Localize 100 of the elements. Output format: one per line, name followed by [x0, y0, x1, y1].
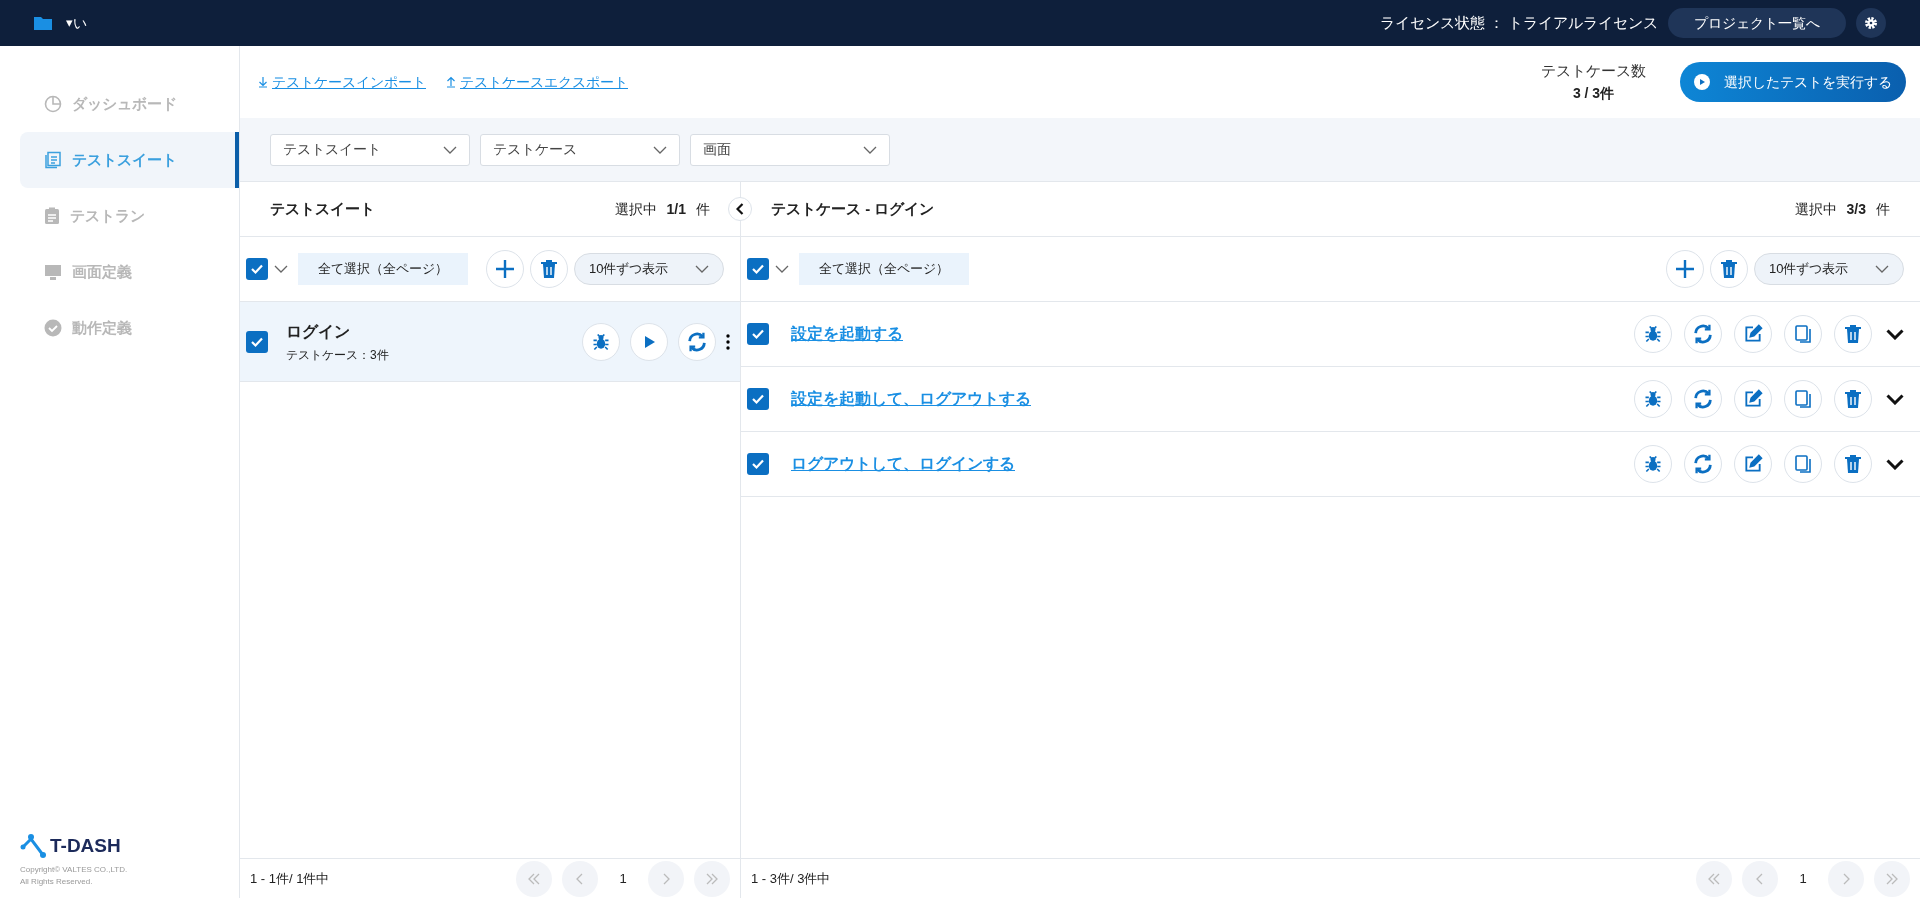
collapse-button[interactable]: [728, 197, 752, 221]
copy-icon: [1794, 454, 1812, 474]
delete-button[interactable]: [1834, 315, 1872, 353]
plus-icon: [494, 258, 516, 280]
sync-button[interactable]: [1684, 380, 1722, 418]
chevron-down-icon: [1886, 458, 1904, 470]
sync-button[interactable]: [1684, 445, 1722, 483]
delete-button[interactable]: [1710, 250, 1748, 288]
filter-dropdown[interactable]: 画面: [690, 133, 890, 166]
add-button[interactable]: [486, 250, 524, 288]
monitor-icon: [44, 263, 62, 281]
checkbox[interactable]: [246, 258, 268, 280]
checkbox[interactable]: [747, 323, 769, 345]
selected-label: 選択中: [1794, 199, 1837, 219]
suite-name: ログイン: [286, 321, 351, 342]
count-unit: 件: [1876, 199, 1890, 219]
copy-button[interactable]: [1784, 315, 1822, 353]
bug-icon: [1643, 454, 1663, 474]
edit-button[interactable]: [1734, 445, 1772, 483]
trash-icon: [1720, 259, 1738, 279]
delete-button[interactable]: [1834, 380, 1872, 418]
select-all-label[interactable]: 全て選択（全ページ）: [298, 253, 468, 285]
checkbox[interactable]: [747, 388, 769, 410]
copyright-text: All Rights Reserved.: [20, 876, 94, 888]
sync-button[interactable]: [1684, 315, 1722, 353]
selected-count: 1/1: [666, 199, 686, 219]
chevron-down-icon: [653, 145, 667, 154]
debug-button[interactable]: [582, 322, 620, 361]
checkbox[interactable]: [246, 330, 268, 353]
last-page-icon: [705, 871, 719, 886]
trash-icon: [1844, 454, 1862, 474]
logo-icon: [20, 832, 48, 859]
projects-button[interactable]: プロジェクト一覧へ: [1668, 8, 1846, 38]
filter-dropdown[interactable]: テストスイート: [270, 133, 470, 166]
last-page-icon: [1885, 871, 1899, 886]
page-size-dropdown[interactable]: 10件ずつ表示: [1754, 253, 1904, 285]
sync-icon: [1692, 323, 1714, 345]
chevron-down-icon: [863, 145, 877, 154]
checkbox[interactable]: [747, 258, 769, 280]
suite-subtitle: テストケース：3件: [286, 346, 389, 364]
selected-count: 3/3: [1846, 199, 1866, 219]
chevron-down-icon: [775, 265, 789, 273]
chevron-down-icon: [1886, 328, 1904, 340]
upload-icon: [446, 76, 456, 88]
edit-button[interactable]: [1734, 380, 1772, 418]
logo-text: T-DASH: [50, 833, 121, 858]
checkmark-icon: [250, 262, 264, 276]
copy-button[interactable]: [1784, 445, 1822, 483]
pencil-icon: [1743, 389, 1763, 409]
pencil-icon: [1743, 324, 1763, 344]
debug-button[interactable]: [1634, 445, 1672, 483]
count-unit: 件: [696, 199, 710, 219]
run-selected-button[interactable]: 選択したテストを実行する: [1680, 62, 1906, 102]
delete-button[interactable]: [1834, 445, 1872, 483]
document-icon: [44, 151, 62, 169]
trash-icon: [540, 259, 558, 279]
check-circle-icon: [44, 319, 62, 337]
filter-dropdown[interactable]: テストケース: [480, 133, 680, 166]
copy-button[interactable]: [1784, 380, 1822, 418]
panel-title: テストケース - ログイン: [771, 198, 935, 219]
copyright-text: Copyright© VALTES CO.,LTD.: [20, 864, 129, 876]
sync-icon: [1692, 388, 1714, 410]
trash-icon: [1844, 389, 1862, 409]
settings-button[interactable]: [1856, 8, 1886, 38]
checkmark-icon: [751, 457, 765, 471]
run-button[interactable]: [630, 322, 668, 361]
delete-button[interactable]: [530, 250, 568, 288]
add-button[interactable]: [1666, 250, 1704, 288]
bug-icon: [591, 331, 611, 352]
page-size-dropdown[interactable]: 10件ずつ表示: [574, 253, 724, 285]
edit-button[interactable]: [1734, 315, 1772, 353]
folder-icon: [34, 16, 52, 30]
checkmark-icon: [751, 392, 765, 406]
sync-icon: [686, 330, 708, 353]
selected-label: 選択中: [614, 199, 657, 219]
panel-title: テストスイート: [270, 198, 375, 219]
checkmark-icon: [751, 262, 765, 276]
suite-row[interactable]: ログイン テストケース：3件: [240, 302, 740, 382]
more-icon[interactable]: [726, 333, 730, 350]
clipboard-icon: [44, 207, 60, 225]
chevron-down-icon: [1875, 265, 1889, 273]
page-number[interactable]: 1: [608, 868, 638, 889]
sync-button[interactable]: [678, 322, 716, 361]
plus-icon: [1674, 258, 1696, 280]
play-circle-icon: [1694, 74, 1710, 90]
page-number[interactable]: 1: [1788, 868, 1818, 889]
project-caret[interactable]: ▾: [66, 13, 73, 33]
export-link[interactable]: テストケースエクスポート: [446, 71, 628, 93]
import-link[interactable]: テストケースインポート: [258, 71, 426, 93]
chevron-down-icon: [1886, 393, 1904, 405]
checkmark-icon: [751, 327, 765, 341]
checkbox[interactable]: [747, 453, 769, 475]
project-name[interactable]: い: [73, 12, 87, 34]
bug-icon: [1643, 324, 1663, 344]
debug-button[interactable]: [1634, 315, 1672, 353]
select-all-label[interactable]: 全て選択（全ページ）: [799, 253, 969, 285]
debug-button[interactable]: [1634, 380, 1672, 418]
sync-icon: [1692, 453, 1714, 475]
pencil-icon: [1743, 454, 1763, 474]
first-page-icon: [527, 871, 541, 886]
